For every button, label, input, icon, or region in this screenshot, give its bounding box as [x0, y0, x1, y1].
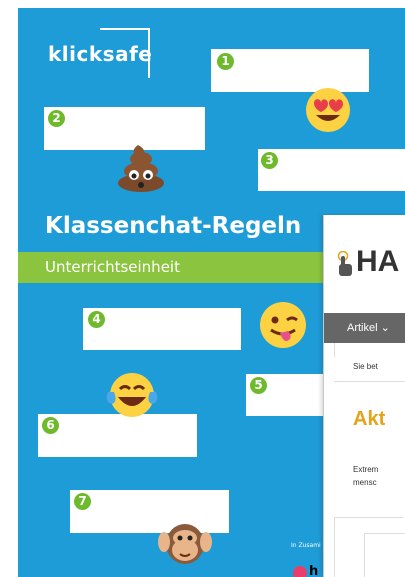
tears-of-joy-emoji-icon — [106, 373, 158, 417]
breadcrumb-divider — [334, 381, 405, 382]
rule-slot-3 — [258, 149, 405, 191]
rule-number-7: 7 — [74, 493, 91, 510]
content-box-inner — [364, 533, 405, 577]
rule-slot-4 — [83, 308, 241, 350]
article-window[interactable]: HA Artikel ⌄ Sie bet Akt Extrem mensc — [323, 215, 405, 577]
rule-number-4: 4 — [88, 311, 105, 328]
poster-title: Klassenchat-Regeln — [45, 213, 302, 239]
breadcrumb: Sie bet — [353, 362, 378, 371]
rule-number-2: 2 — [48, 110, 65, 127]
article-headline: Akt — [353, 408, 386, 430]
content-divider — [334, 343, 405, 357]
rule-number-3: 3 — [261, 152, 278, 169]
winking-tongue-emoji-icon — [260, 302, 306, 348]
site-brand[interactable]: HA — [356, 245, 399, 279]
pointing-hand-icon — [337, 251, 352, 276]
poster-subtitle: Unterrichtseinheit — [45, 258, 180, 276]
rule-number-1: 1 — [217, 53, 234, 70]
partner-text: h — [309, 564, 319, 577]
partner-logo-icon — [293, 566, 307, 577]
rule-number-5: 5 — [250, 377, 267, 394]
main-navbar: Artikel ⌄ — [324, 313, 405, 343]
article-body-line-2: mensc — [353, 478, 377, 487]
klicksafe-logo: klicksafe — [48, 42, 153, 66]
rule-slot-6 — [38, 414, 197, 457]
pile-of-poo-emoji-icon — [118, 145, 164, 192]
partner-label: In Zusami — [291, 542, 321, 549]
heart-eyes-emoji-icon — [306, 88, 350, 132]
rule-number-6: 6 — [42, 417, 59, 434]
nav-item-artikel[interactable]: Artikel ⌄ — [347, 321, 390, 334]
hear-no-evil-monkey-emoji-icon — [158, 524, 212, 564]
article-body-line-1: Extrem — [353, 465, 379, 474]
article-body: Extrem mensc — [353, 463, 405, 489]
